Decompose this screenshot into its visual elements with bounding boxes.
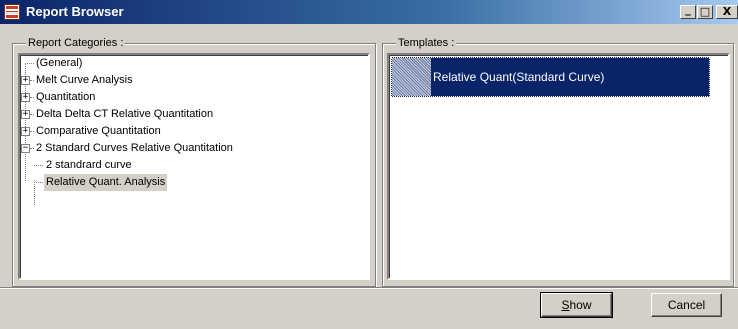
tree-item-label: 2 standrard curve [46, 159, 132, 171]
template-label: Relative Quant(Standard Curve) [433, 70, 605, 84]
tree-item-relative-quant-analysis[interactable]: Relative Quant. Analysis [20, 174, 360, 191]
template-item-relative-quant[interactable]: Relative Quant(Standard Curve) [391, 57, 710, 97]
report-app-icon [4, 4, 20, 20]
tree-item-label: Delta Delta CT Relative Quantitation [36, 108, 214, 120]
tree-item-label: Relative Quant. Analysis [44, 174, 168, 191]
templates-label: Templates : [396, 36, 457, 50]
tree-item-label: 2 Standard Curves Relative Quantitation [36, 142, 233, 154]
expand-icon[interactable]: + [21, 93, 30, 102]
tree-item-label: (General) [36, 57, 83, 69]
footer-divider [0, 287, 738, 289]
tree-item-melt-curve-analysis[interactable]: + Melt Curve Analysis [20, 72, 360, 89]
templates-list[interactable]: Relative Quant(Standard Curve) [387, 53, 730, 280]
cancel-button[interactable]: Cancel [651, 293, 722, 317]
tree-item-label: Quantitation [36, 91, 96, 103]
expand-icon[interactable]: + [21, 127, 30, 136]
maximize-button[interactable]: □ [697, 5, 713, 19]
title-bar[interactable]: Report Browser _ □ X [0, 0, 738, 24]
report-template-icon [392, 58, 431, 96]
expand-icon[interactable]: + [21, 76, 30, 85]
tree-item-quantitation[interactable]: + Quantitation [20, 89, 360, 106]
expand-icon[interactable]: + [21, 110, 30, 119]
tree-item-2-standard-curves[interactable]: − 2 Standard Curves Relative Quantitatio… [20, 140, 360, 157]
tree-item-2-standrard-curve[interactable]: 2 standrard curve [20, 157, 360, 174]
tree-item-label: Comparative Quantitation [36, 125, 161, 137]
categories-label: Report Categories : [26, 36, 126, 50]
tree-item-delta-delta-ct[interactable]: + Delta Delta CT Relative Quantitation [20, 106, 360, 123]
close-button[interactable]: X [716, 5, 738, 19]
tree-item-general[interactable]: (General) [20, 55, 360, 72]
tree-item-label: Melt Curve Analysis [36, 74, 133, 86]
tree-item-comparative-quantitation[interactable]: + Comparative Quantitation [20, 123, 360, 140]
show-button-label: how [569, 298, 592, 312]
show-button-accel: S [561, 298, 570, 312]
collapse-icon[interactable]: − [21, 144, 30, 153]
categories-tree[interactable]: (General) + Melt Curve Analysis + Quanti… [18, 53, 370, 280]
minimize-button[interactable]: _ [680, 4, 696, 19]
window-title: Report Browser [26, 4, 124, 19]
show-button[interactable]: Show [540, 292, 613, 318]
